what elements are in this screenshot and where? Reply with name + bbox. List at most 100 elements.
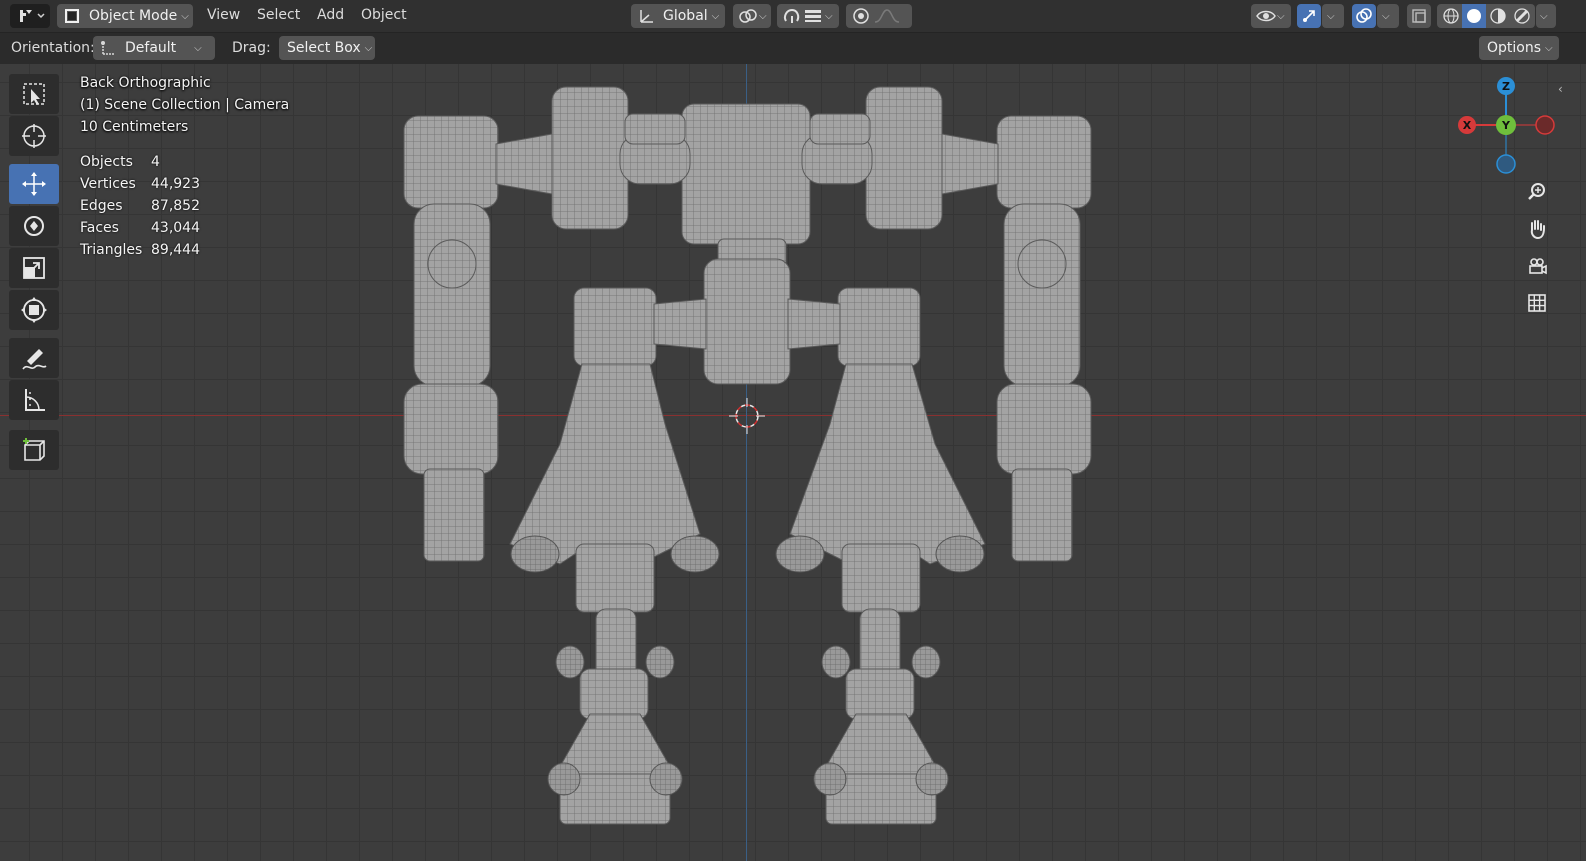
- stat-value: 87,852: [151, 198, 200, 214]
- 3d-viewport[interactable]: Back Orthographic (1) Scene Collection |…: [0, 64, 1586, 861]
- orientation-value: Global: [663, 8, 708, 24]
- snap-target-icon: [805, 10, 821, 22]
- gizmo-toggle-button[interactable]: [1297, 4, 1321, 28]
- move-icon: [22, 172, 46, 196]
- options-dropdown[interactable]: Options ⌵: [1479, 36, 1559, 60]
- chevron-down-icon: ⌵: [1327, 10, 1335, 22]
- orientation-axes-icon: [640, 10, 653, 23]
- tool-rotate[interactable]: [9, 206, 59, 246]
- rendered-shading-icon[interactable]: [1510, 7, 1534, 25]
- mode-label: Object Mode: [89, 8, 178, 24]
- options-label: Options: [1487, 40, 1542, 56]
- 3d-cursor: [729, 398, 765, 434]
- drag-dropdown[interactable]: Select Box ⌵: [279, 36, 375, 60]
- rotate-icon: [24, 216, 44, 236]
- navigation-gizmo[interactable]: Z X Y: [1450, 72, 1560, 182]
- stat-label: Triangles: [80, 242, 143, 258]
- tool-move[interactable]: [9, 164, 59, 204]
- chevron-down-icon: ⌵: [1540, 10, 1548, 22]
- stat-label: Objects: [80, 154, 133, 170]
- drag-value: Select Box: [287, 40, 361, 56]
- overlays-dropdown[interactable]: ⌵: [1377, 4, 1399, 28]
- tool-scale[interactable]: [9, 248, 59, 288]
- visibility-dropdown[interactable]: ⌵: [1251, 4, 1291, 28]
- overlays-toggle-button[interactable]: [1352, 4, 1376, 28]
- stat-value: 89,444: [151, 242, 200, 258]
- mode-dropdown[interactable]: Object Mode ⌵: [57, 4, 193, 28]
- y-axis-label: Y: [1501, 119, 1511, 132]
- pivot-icon: [739, 9, 757, 23]
- menu-select[interactable]: Select: [257, 7, 300, 23]
- shading-dropdown[interactable]: ⌵: [1536, 4, 1556, 28]
- xray-toggle-button[interactable]: [1407, 4, 1431, 28]
- neg-x-axis-handle[interactable]: [1535, 115, 1555, 135]
- cursor-icon: [22, 124, 46, 148]
- z-axis-label: Z: [1502, 80, 1510, 93]
- eye-icon: [1256, 10, 1276, 22]
- menu-object[interactable]: Object: [361, 7, 407, 23]
- solid-shading-icon: [1467, 9, 1481, 23]
- pivot-point-dropdown[interactable]: ⌵: [733, 4, 771, 28]
- editor-type-button[interactable]: [10, 4, 50, 28]
- xray-icon: [1412, 9, 1426, 23]
- chevron-down-icon: ⌵: [711, 10, 720, 22]
- camera-view-button[interactable]: [1521, 250, 1553, 282]
- chevron-down-icon: ⌵: [181, 10, 189, 22]
- tool-cursor[interactable]: [9, 116, 59, 156]
- scale-icon: [23, 257, 45, 279]
- tool-measure[interactable]: [9, 380, 59, 420]
- hand-icon: [1530, 220, 1545, 240]
- menu-view[interactable]: View: [207, 7, 240, 23]
- tool-settings-bar: Orientation: Default ⌵ Drag: Select Box …: [0, 33, 1586, 64]
- robot-mesh[interactable]: [0, 64, 1586, 861]
- view-name: Back Orthographic: [80, 75, 211, 91]
- stat-value: 43,044: [151, 220, 200, 236]
- transform-orientation-dropdown[interactable]: Global ⌵: [631, 4, 725, 28]
- chevron-down-icon: ⌵: [1382, 10, 1390, 22]
- chevron-down-icon: ⌵: [759, 10, 767, 22]
- orientation-default-icon: [101, 41, 114, 55]
- chevron-down-icon: ⌵: [364, 42, 373, 54]
- chevron-down-icon: ⌵: [1545, 42, 1553, 54]
- tool-transform[interactable]: [9, 290, 59, 330]
- tool-select-box[interactable]: [9, 74, 59, 114]
- zoom-button[interactable]: [1521, 176, 1553, 208]
- zoom-icon: [1528, 183, 1545, 200]
- camera-icon: [1529, 258, 1547, 275]
- snap-controls[interactable]: ⌵: [777, 4, 839, 28]
- proportional-edit-icon: [853, 8, 869, 24]
- sidebar-toggle-icon[interactable]: ‹: [1558, 82, 1563, 96]
- stat-label: Faces: [80, 220, 119, 236]
- drag-label: Drag:: [232, 40, 271, 56]
- editor-type-icon: [20, 10, 45, 22]
- grid-scale: 10 Centimeters: [80, 119, 189, 135]
- falloff-curve-icon: [874, 9, 900, 23]
- orientation-label: Orientation:: [11, 40, 95, 56]
- menu-add[interactable]: Add: [317, 7, 344, 23]
- add-cube-icon: [23, 438, 45, 461]
- gizmo-dropdown[interactable]: ⌵: [1322, 4, 1344, 28]
- material-shading-icon[interactable]: [1486, 7, 1510, 25]
- pan-button[interactable]: [1521, 213, 1553, 245]
- orientation-value: Default: [125, 40, 177, 56]
- stat-value: 44,923: [151, 176, 200, 192]
- stat-label: Vertices: [80, 176, 136, 192]
- chevron-down-icon: ⌵: [1277, 10, 1285, 22]
- stat-label: Edges: [80, 198, 123, 214]
- tool-add-cube[interactable]: [9, 430, 59, 470]
- orientation-dropdown[interactable]: Default ⌵: [93, 36, 215, 60]
- shading-mode-group: [1437, 4, 1535, 28]
- annotate-icon: [22, 349, 47, 370]
- scene-collection-info: (1) Scene Collection | Camera: [80, 97, 290, 113]
- viewport-header: Object Mode ⌵ View Select Add Object Glo…: [0, 0, 1586, 33]
- solid-shading-button[interactable]: [1462, 4, 1486, 28]
- chevron-down-icon: ⌵: [825, 10, 833, 22]
- transform-icon: [21, 297, 47, 323]
- x-axis-label: X: [1463, 119, 1472, 132]
- perspective-toggle-button[interactable]: [1521, 287, 1553, 319]
- proportional-editing[interactable]: [846, 4, 912, 28]
- neg-z-axis-handle[interactable]: [1496, 154, 1516, 174]
- wireframe-shading-icon[interactable]: [1440, 7, 1462, 25]
- snap-magnet-icon: [783, 8, 800, 23]
- tool-annotate[interactable]: [9, 338, 59, 378]
